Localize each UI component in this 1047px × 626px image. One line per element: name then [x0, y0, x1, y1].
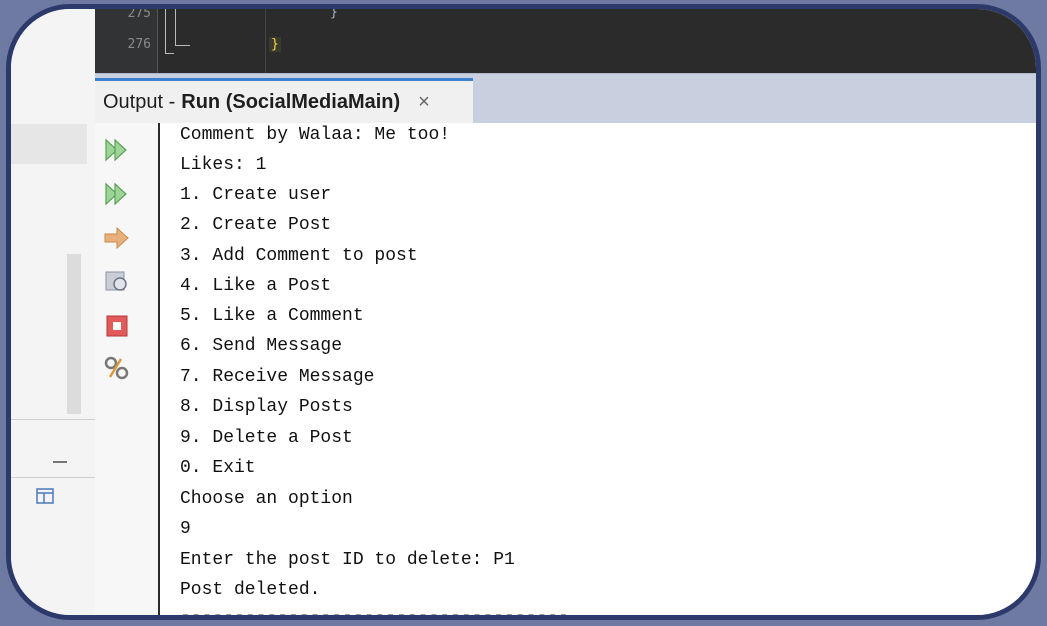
left-panel-divider — [11, 419, 95, 420]
console-line: 1. Create user — [180, 185, 332, 205]
console-line: 7. Receive Message — [180, 367, 375, 387]
code-text: } — [330, 5, 338, 20]
settings-icon[interactable] — [103, 269, 131, 295]
console-line: 9 — [180, 519, 191, 539]
stop-icon[interactable] — [103, 313, 131, 339]
line-number: 276 — [127, 37, 151, 52]
code-editor[interactable]: 275 276 } } — [95, 9, 1036, 73]
close-icon[interactable]: × — [418, 91, 430, 114]
line-number-gutter: 275 276 — [95, 9, 158, 73]
console-line: 9. Delete a Post — [180, 428, 353, 448]
rerun-icon[interactable] — [103, 137, 131, 163]
tab-title: Run (SocialMediaMain) — [181, 91, 401, 113]
rerun-with-args-icon[interactable] — [103, 181, 131, 207]
window-layout-icon[interactable] — [35, 486, 55, 506]
console-line: 5. Like a Comment — [180, 306, 364, 326]
left-panel-divider — [11, 477, 95, 478]
console-line: Choose an option — [180, 489, 353, 509]
left-panel-scrollbar[interactable] — [67, 254, 81, 414]
code-text: } — [269, 37, 281, 52]
console-line: 6. Send Message — [180, 336, 343, 356]
screenshot-frame: 275 276 } } Output - Run (SocialMediaMai… — [6, 4, 1041, 620]
console-line: 0. Exit — [180, 458, 256, 478]
console-line: 3. Add Comment to post — [180, 246, 418, 266]
console-line: Post deleted. — [180, 580, 321, 600]
output-toolbar — [95, 123, 160, 615]
console-separator: ------------------------------------ — [180, 605, 569, 615]
console-line: Enter the post ID to delete: P1 — [180, 550, 515, 570]
console-line: 8. Display Posts — [180, 397, 353, 417]
tools-icon[interactable] — [103, 355, 131, 381]
left-side-panel — [11, 9, 96, 615]
console-output[interactable]: Comment by Walaa: Me too! Likes: 1 1. Cr… — [160, 123, 1036, 615]
line-number: 275 — [127, 6, 151, 21]
console-line: 4. Like a Post — [180, 276, 332, 296]
left-panel-row — [11, 124, 87, 164]
tab-prefix: Output - — [103, 91, 176, 113]
editor-guide — [265, 9, 266, 73]
fold-marker[interactable] — [165, 9, 174, 54]
console-line: Comment by Walaa: Me too! — [180, 125, 451, 145]
output-tab-bar: Output - Run (SocialMediaMain) × — [95, 73, 1036, 124]
console-line: 2. Create Post — [180, 215, 332, 235]
tab-output-run[interactable]: Output - Run (SocialMediaMain) × — [95, 78, 473, 124]
step-icon[interactable] — [103, 225, 131, 251]
fold-marker[interactable] — [175, 9, 190, 46]
minimize-icon[interactable] — [53, 461, 67, 463]
console-line: Likes: 1 — [180, 155, 267, 175]
